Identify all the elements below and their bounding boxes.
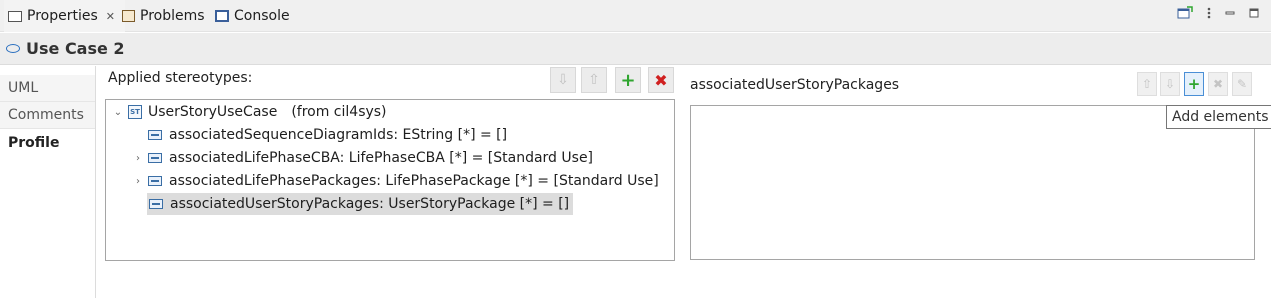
stereotype-from: (from cil4sys)	[291, 104, 387, 120]
section-tab-uml[interactable]: UML	[0, 75, 95, 102]
tab-problems[interactable]: Problems	[122, 0, 205, 32]
tree-row-property[interactable]: › associatedLifePhasePackages: LifePhase…	[132, 170, 659, 192]
tab-console-label: Console	[234, 8, 290, 24]
property-label: associatedUserStoryPackages: UserStoryPa…	[170, 196, 570, 212]
minimize-icon[interactable]	[1225, 8, 1235, 21]
tab-properties[interactable]: Properties ✕	[4, 0, 125, 32]
tree-row-property-selected[interactable]: associatedUserStoryPackages: UserStoryPa…	[147, 193, 574, 215]
stereotype-tree[interactable]: ⌄ ST UserStoryUseCase (from cil4sys) ass…	[105, 99, 675, 261]
edit-element-button[interactable]: ✎	[1232, 72, 1252, 96]
arrow-down-icon: ⇩	[1164, 77, 1176, 91]
tab-problems-label: Problems	[140, 8, 205, 24]
close-icon[interactable]: ✕	[106, 10, 115, 23]
add-elements-button[interactable]: +	[1184, 72, 1204, 96]
section-tab-comments[interactable]: Comments	[0, 102, 95, 129]
tab-console[interactable]: Console	[215, 0, 290, 32]
applied-stereotypes-label: Applied stereotypes:	[108, 70, 253, 86]
tab-properties-label: Properties	[27, 8, 98, 24]
property-icon	[148, 130, 162, 140]
unapply-stereotype-button[interactable]: ✖	[648, 67, 674, 93]
move-down-button[interactable]: ⇩	[550, 67, 576, 93]
stereotype-name: UserStoryUseCase	[148, 104, 278, 120]
properties-icon	[8, 10, 22, 22]
expand-chevron-icon[interactable]: ⌄	[112, 107, 124, 118]
x-icon: ✖	[1212, 77, 1224, 91]
plus-icon: +	[620, 69, 636, 91]
pencil-icon: ✎	[1236, 77, 1248, 91]
tooltip: Add elements	[1166, 105, 1271, 129]
expand-arrow-icon[interactable]: ›	[132, 176, 144, 187]
property-icon	[148, 176, 162, 186]
property-icon	[148, 153, 162, 163]
tree-row-property[interactable]: associatedSequenceDiagramIds: EString [*…	[132, 124, 507, 146]
tree-row-property[interactable]: › associatedLifePhaseCBA: LifePhaseCBA […	[132, 147, 593, 169]
problems-icon	[122, 10, 135, 22]
section-tab-profile[interactable]: Profile	[0, 129, 95, 156]
window-controls	[1177, 6, 1259, 23]
view-tab-bar: Properties ✕ Problems Console	[0, 0, 1271, 32]
property-label: associatedSequenceDiagramIds: EString [*…	[169, 127, 508, 143]
apply-stereotype-button[interactable]: +	[615, 67, 641, 93]
property-editor-label: associatedUserStoryPackages	[690, 77, 900, 93]
maximize-icon[interactable]	[1249, 8, 1259, 21]
selection-title-bar: Use Case 2	[0, 33, 1271, 65]
arrow-up-icon: ⇧	[1141, 77, 1153, 91]
page-title: Use Case 2	[26, 39, 125, 58]
use-case-icon	[6, 44, 20, 53]
up-button[interactable]: ⇧	[1137, 72, 1157, 96]
x-icon: ✖	[654, 70, 668, 90]
plus-icon: +	[1187, 75, 1201, 93]
stereotype-icon: ST	[128, 105, 142, 119]
property-icon	[149, 199, 163, 209]
move-up-button[interactable]: ⇧	[581, 67, 607, 93]
property-label: associatedLifePhasePackages: LifePhasePa…	[169, 173, 659, 189]
expand-arrow-icon[interactable]: ›	[132, 153, 144, 164]
console-icon	[215, 10, 229, 22]
more-options-icon[interactable]	[1207, 7, 1211, 22]
property-label: associatedLifePhaseCBA: LifePhaseCBA [*]…	[169, 150, 594, 166]
property-sections: UML Comments Profile	[0, 66, 96, 298]
remove-elements-button[interactable]: ✖	[1208, 72, 1228, 96]
arrow-up-icon: ⇧	[588, 72, 600, 88]
down-button[interactable]: ⇩	[1160, 72, 1180, 96]
tree-row-stereotype[interactable]: ⌄ ST UserStoryUseCase (from cil4sys)	[112, 101, 387, 123]
arrow-down-icon: ⇩	[557, 72, 569, 88]
view-menu-icon[interactable]	[1177, 6, 1193, 23]
